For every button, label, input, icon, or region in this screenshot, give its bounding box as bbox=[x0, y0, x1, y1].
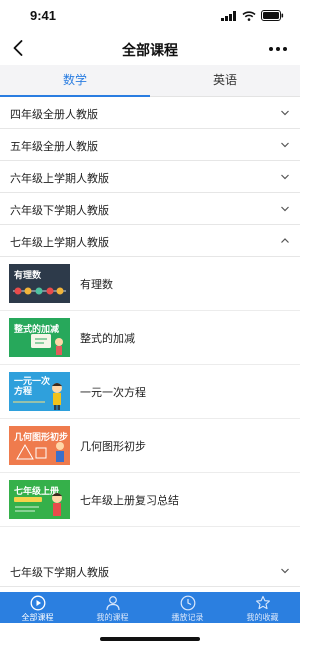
board-graphic bbox=[31, 334, 63, 355]
chevron-down-icon bbox=[281, 110, 289, 116]
chevron-down-icon bbox=[281, 174, 289, 180]
bottom-tab-label: 我的课程 bbox=[96, 613, 129, 622]
bottom-tab-label: 播放记录 bbox=[171, 613, 204, 622]
lesson-thumbnail: 七年级上册 bbox=[9, 480, 70, 519]
geometry-graphic bbox=[16, 442, 64, 462]
battery-icon bbox=[261, 10, 284, 21]
lesson-thumbnail: 有理数 bbox=[9, 264, 70, 303]
chevron-left-icon bbox=[13, 40, 23, 56]
chevron-down-icon bbox=[281, 142, 289, 148]
home-indicator[interactable] bbox=[100, 637, 200, 641]
grade-label: 七年级上学期人教版 bbox=[10, 237, 109, 249]
teacher-graphic bbox=[13, 383, 62, 410]
chevron-up-icon bbox=[281, 238, 289, 243]
grade-row-expanded[interactable]: 七年级上学期人教版 bbox=[0, 225, 300, 257]
lesson-label: 整式的加减 bbox=[80, 333, 135, 345]
page-title: 全部课程 bbox=[122, 42, 178, 58]
grade-row[interactable]: 六年级下学期人教版 bbox=[0, 193, 300, 225]
lesson-label: 一元一次方程 bbox=[80, 387, 146, 399]
grade-label: 六年级下学期人教版 bbox=[10, 205, 109, 217]
chevron-down-icon bbox=[281, 206, 289, 212]
bottom-tab-all-courses[interactable]: 全部课程 bbox=[0, 592, 75, 623]
lesson-thumbnail: 一元一次 方程 bbox=[9, 372, 70, 411]
more-dot-icon bbox=[283, 47, 287, 51]
status-time: 9:41 bbox=[30, 8, 57, 23]
lesson-row[interactable]: 整式的加减 整式的加减 bbox=[0, 311, 300, 365]
play-circle-icon bbox=[30, 595, 45, 611]
lesson-row[interactable]: 一元一次 方程 一元一次方程 bbox=[0, 365, 300, 419]
lesson-label: 有理数 bbox=[80, 279, 113, 291]
lesson-row[interactable]: 七年级上册 七年级上册复习总结 bbox=[0, 473, 300, 527]
lesson-thumbnail: 几何图形初步 bbox=[9, 426, 70, 465]
bottom-tab-my-courses[interactable]: 我的课程 bbox=[75, 592, 150, 623]
user-icon bbox=[105, 596, 120, 611]
grade-row[interactable]: 七年级下学期人教版 bbox=[0, 555, 300, 587]
back-button[interactable] bbox=[8, 37, 28, 59]
home-area bbox=[0, 623, 300, 649]
more-button[interactable] bbox=[268, 40, 288, 58]
bottom-tab-label: 全部课程 bbox=[21, 613, 54, 622]
grade-label: 四年级全册人教版 bbox=[10, 109, 98, 121]
lesson-thumbnail: 整式的加减 bbox=[9, 318, 70, 357]
more-dot-icon bbox=[269, 47, 273, 51]
subject-tabs: 数学 英语 bbox=[0, 65, 300, 97]
lesson-row[interactable]: 有理数 有理数 bbox=[0, 257, 300, 311]
bottom-tab-bar: 全部课程 我的课程 播放记录 我的收藏 bbox=[0, 592, 300, 623]
grade-row[interactable]: 六年级上学期人教版 bbox=[0, 161, 300, 193]
wifi-icon bbox=[242, 10, 256, 21]
review-graphic bbox=[14, 493, 62, 516]
star-icon bbox=[255, 595, 270, 610]
bottom-tab-history[interactable]: 播放记录 bbox=[150, 592, 225, 623]
status-bar: 9:41 bbox=[0, 0, 300, 32]
clock-icon bbox=[180, 595, 195, 611]
grade-label: 七年级下学期人教版 bbox=[10, 567, 109, 579]
bottom-tab-label: 我的收藏 bbox=[246, 613, 279, 622]
lesson-row[interactable]: 几何图形初步 几何图形初步 bbox=[0, 419, 300, 473]
lesson-label: 七年级上册复习总结 bbox=[80, 495, 179, 507]
lesson-label: 几何图形初步 bbox=[80, 441, 146, 453]
status-icons bbox=[221, 10, 284, 21]
tab-math[interactable]: 数学 bbox=[0, 65, 150, 97]
number-line-graphic bbox=[13, 287, 66, 295]
grade-row[interactable]: 五年级全册人教版 bbox=[0, 129, 300, 161]
bottom-tab-favorites[interactable]: 我的收藏 bbox=[225, 592, 300, 623]
grade-label: 五年级全册人教版 bbox=[10, 141, 98, 153]
signal-icon bbox=[221, 10, 236, 21]
grade-label: 六年级上学期人教版 bbox=[10, 173, 109, 185]
more-dot-icon bbox=[276, 47, 280, 51]
nav-bar: 全部课程 bbox=[0, 32, 300, 65]
chevron-down-icon bbox=[281, 568, 289, 574]
tab-english[interactable]: 英语 bbox=[150, 65, 300, 96]
grade-row[interactable]: 四年级全册人教版 bbox=[0, 97, 300, 129]
